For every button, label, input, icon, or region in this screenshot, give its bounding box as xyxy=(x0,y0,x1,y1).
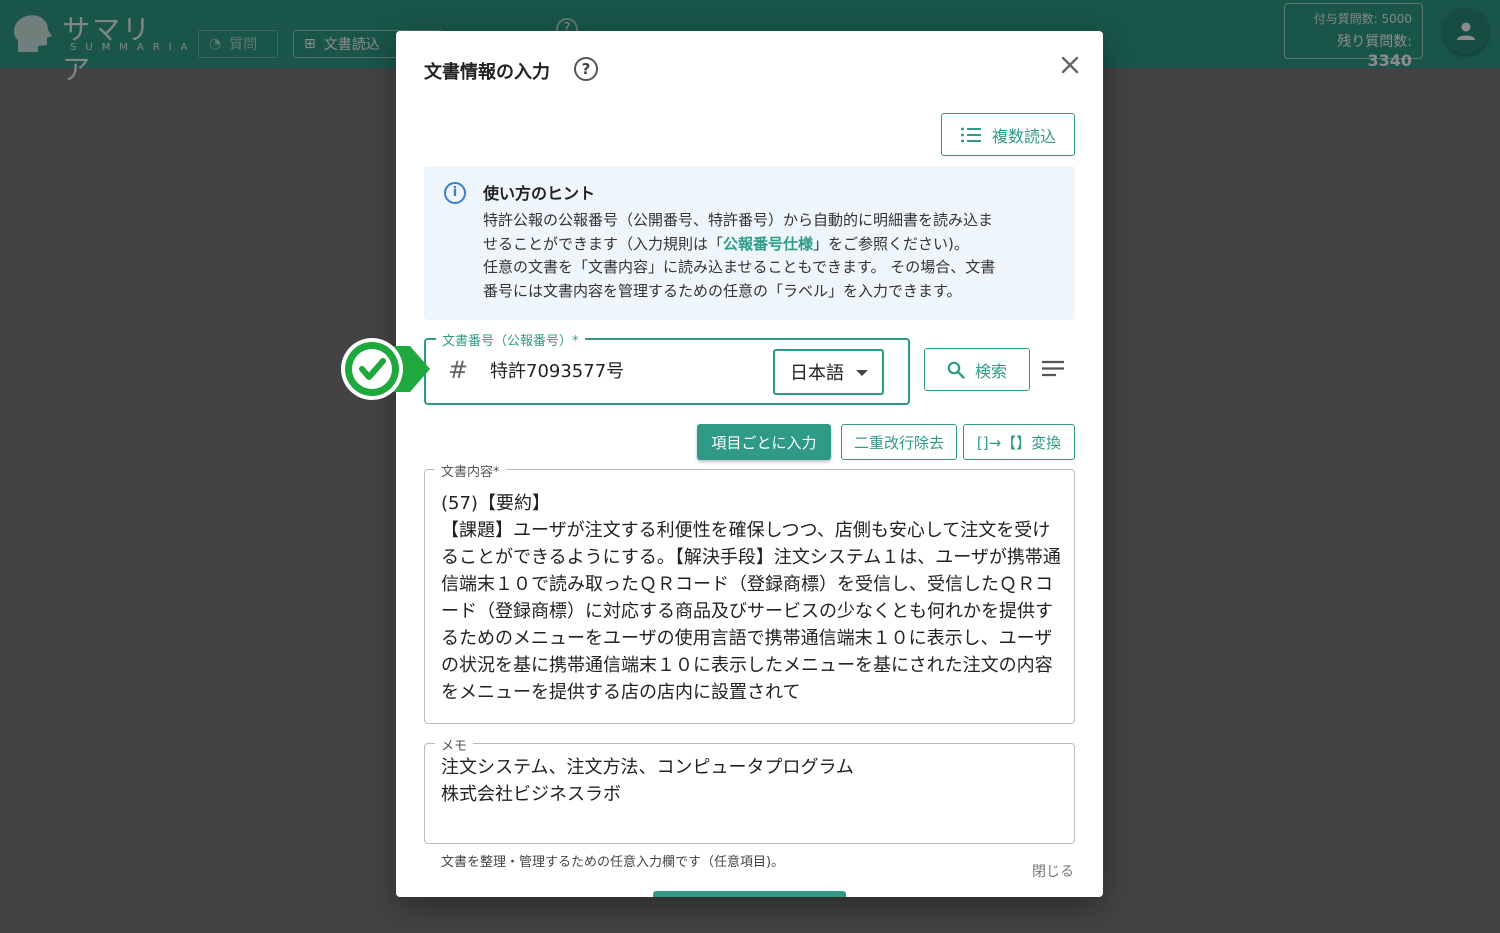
content-field[interactable]: 文書内容* (57)【要約】 【課題】ユーザが注文する利便性を確保しつつ、店側も… xyxy=(424,461,1075,724)
multi-load-label: 複数読込 xyxy=(991,126,1056,146)
doc-number-field: 文書番号（公報番号）* # 日本語 xyxy=(424,330,910,405)
itemize-input-button[interactable]: 項目ごとに入力 xyxy=(697,424,831,460)
hint-body: 特許公報の公報番号（公開番号、特許番号）から自動的に明細書を読み込ま せることが… xyxy=(483,209,1058,303)
hint-line-2-post: 」をご参照ください)。 xyxy=(813,234,969,253)
close-icon[interactable] xyxy=(1056,51,1084,79)
doc-info-dialog: 文書情報の入力 ? 複数読込 i 使い方のヒント 特許公報の公報番号（公開番号、… xyxy=(396,31,1103,897)
convert-brackets-button[interactable]: []→【】変換 xyxy=(963,424,1075,460)
hint-line-2: せることができます（入力規則は「公報番号仕様」をご参照ください)。 xyxy=(483,233,1058,257)
search-button[interactable]: 検索 xyxy=(924,348,1030,391)
close-button[interactable]: 閉じる xyxy=(1032,861,1074,881)
help-icon[interactable]: ? xyxy=(574,57,598,81)
doc-number-input[interactable] xyxy=(490,359,760,380)
hint-title: 使い方のヒント xyxy=(483,184,596,203)
search-label: 検索 xyxy=(974,361,1007,381)
hint-line-3: 任意の文書を「文書内容」に読み込ませることもできます。 その場合、文書 xyxy=(483,258,996,276)
multi-load-button[interactable]: 複数読込 xyxy=(941,113,1075,156)
spec-link[interactable]: 公報番号仕様 xyxy=(723,235,813,253)
caret-down-icon xyxy=(856,370,868,376)
check-icon xyxy=(341,338,430,400)
info-icon: i xyxy=(444,182,466,204)
hint-box: i 使い方のヒント 特許公報の公報番号（公開番号、特許番号）から自動的に明細書を… xyxy=(424,166,1075,320)
hint-line-4: 番号には文書内容を管理するための任意の「ラベル」を入力できます。 xyxy=(483,281,962,300)
hash-icon: # xyxy=(448,356,469,384)
remove-double-newline-button[interactable]: 二重改行除去 xyxy=(841,424,957,460)
search-icon xyxy=(947,361,965,379)
menu-icon[interactable] xyxy=(1041,359,1065,379)
hint-line-1: 特許公報の公報番号（公開番号、特許番号）から自動的に明細書を読み込ま xyxy=(483,211,994,229)
memo-helper-text: 文書を整理・管理するための任意入力欄です（任意項目)。 xyxy=(441,855,785,870)
content-textarea[interactable]: (57)【要約】 【課題】ユーザが注文する利便性を確保しつつ、店側も安心して注文… xyxy=(441,490,1063,715)
language-select[interactable]: 日本語 xyxy=(773,349,884,395)
memo-textarea[interactable]: 注文システム、注文方法、コンピュータプログラム 株式会社ビジネスラボ xyxy=(441,754,1061,808)
content-label: 文書内容* xyxy=(435,461,506,480)
dialog-title: 文書情報の入力 xyxy=(424,62,550,83)
list-icon xyxy=(960,127,981,142)
doc-number-label: 文書番号（公報番号）* xyxy=(436,330,585,349)
hint-line-2-pre: せることができます（入力規則は「 xyxy=(483,234,724,253)
language-value: 日本語 xyxy=(790,363,844,384)
memo-label: メモ xyxy=(435,735,474,754)
memo-field[interactable]: メモ 注文システム、注文方法、コンピュータプログラム 株式会社ビジネスラボ xyxy=(424,735,1075,844)
submit-button[interactable] xyxy=(653,891,846,897)
